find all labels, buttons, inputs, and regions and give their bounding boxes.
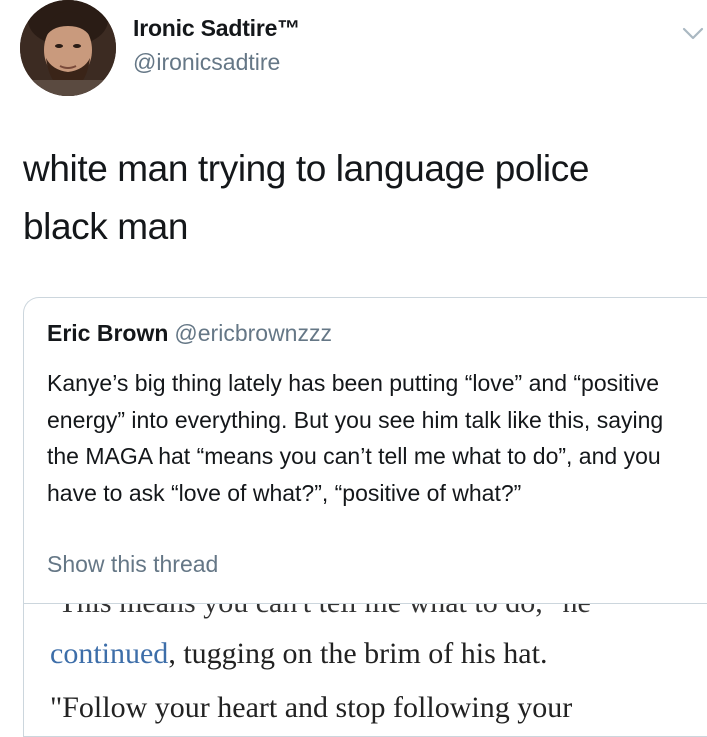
tweet-text: white man trying to language police blac… (23, 148, 590, 247)
image-text-line: continued, tugging on the brim of his ha… (50, 637, 547, 671)
quoted-tweet-text: Kanye’s big thing lately has been puttin… (47, 370, 664, 506)
quoted-user-handle: @ericbrownzzz (174, 320, 332, 346)
image-text-cut-line: "This means you can't tell me what to do… (46, 604, 591, 620)
image-text-link: continued (50, 637, 169, 670)
user-avatar-photo (20, 0, 116, 96)
chevron-down-icon[interactable] (682, 26, 704, 42)
quoted-display-name: Eric Brown (47, 320, 169, 346)
quoted-tweet-card[interactable]: Eric Brown @ericbrownzzz Kanye’s big thin… (23, 297, 707, 737)
user-handle[interactable]: @ironicsadtire (133, 49, 280, 76)
display-name[interactable]: Ironic Sadtire™ (133, 15, 300, 42)
quoted-tweet-image[interactable]: "This means you can't tell me what to do… (24, 603, 707, 736)
show-thread-link[interactable]: Show this thread (47, 551, 218, 578)
avatar[interactable] (20, 0, 116, 96)
quoted-tweet-header: Eric Brown @ericbrownzzz (47, 320, 332, 347)
image-text-line-rest: , tugging on the brim of his hat. (168, 637, 548, 670)
image-text-line: "Follow your heart and stop following yo… (50, 691, 573, 724)
